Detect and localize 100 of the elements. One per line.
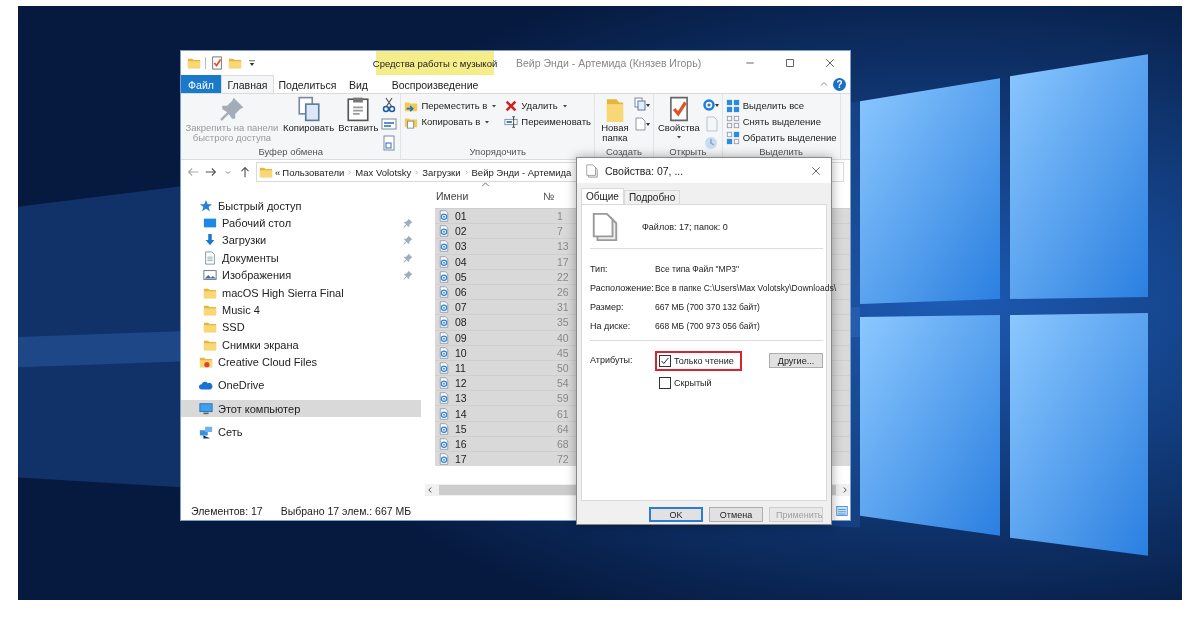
dialog-button[interactable]: OK [649,507,703,522]
property-label: На диске: [590,320,632,331]
nav-label: Creative Cloud Files [218,356,318,369]
ribbon-button[interactable]: Вставить [337,96,380,146]
file-name: 07 [455,301,468,314]
file-name: 10 [455,346,468,359]
track-number: 26 [557,286,569,299]
dialog-button[interactable]: Отмена [709,507,763,522]
ribbon-button[interactable]: Свойства [657,96,701,146]
breadcrumb[interactable]: Max Volotsky [355,166,412,178]
property-label: Расположение: [590,282,655,293]
ribbon-button[interactable]: Выделить все [725,98,837,113]
property-label: Тип: [590,263,609,274]
breadcrumb[interactable]: Вейр Энди - Артемида [471,166,572,178]
property-value: Все в папке C:\Users\Max Volotsky\Downloads\ [655,282,836,293]
nav-item[interactable]: macOS High Sierra Final [181,283,421,302]
group-label: Создать [604,146,644,159]
file-name: 09 [455,331,468,344]
nav-label: OneDrive [218,379,265,392]
track-number: 1 [557,210,563,223]
column-header[interactable]: Имени [435,190,542,202]
help-button[interactable]: ? [833,77,846,91]
track-number: 61 [557,407,569,420]
ribbon-button[interactable]: Копировать [282,96,336,146]
nav-item[interactable]: Сеть [181,423,421,441]
dialog-tab[interactable]: Подробно [623,190,681,204]
property-value: Все типа Файл "MP3" [655,263,740,274]
nav-item[interactable]: Рабочий стол [181,214,421,232]
file-name: 01 [455,210,468,223]
nav-label: Изображения [222,269,293,282]
property-value: 668 МБ (700 973 056 байт) [655,320,760,331]
track-number: 72 [557,453,569,466]
file-name: 03 [455,240,468,253]
nav-item[interactable]: Снимки экрана [181,336,421,354]
window-title: Вейр Энди - Артемида (Князев Игорь) [516,57,703,69]
attributes-label: Атрибуты: [590,354,634,365]
file-name: 17 [455,453,468,466]
dialog-tab[interactable]: Общие [581,188,624,204]
ribbon-button[interactable]: Удалить [504,98,591,113]
group-label: Упорядочить [468,146,527,159]
nav-label: Сеть [218,426,243,439]
ribbon-button[interactable]: Переименовать [504,114,591,129]
ribbon-button[interactable]: Новая папка [598,96,632,146]
ribbon-button[interactable]: Обратить выделение [725,130,837,145]
track-number: 68 [557,437,569,450]
track-number: 59 [557,392,569,405]
nav-item[interactable]: Изображения [181,266,421,284]
overflow-mark[interactable]: « [275,166,281,178]
nav-item[interactable]: Creative Cloud Files [181,353,421,371]
nav-label: macOS High Sierra Final [222,286,345,299]
ribbon-tab[interactable]: Главная [221,75,274,93]
file-name: 13 [455,392,468,405]
group-label: Буфер обмена [257,146,324,159]
ribbon-button[interactable]: Переместить в [404,98,499,113]
track-number: 45 [557,346,569,359]
track-number: 64 [557,422,569,435]
property-label: Размер: [590,301,625,312]
nav-label: Документы [222,251,280,264]
ribbon-tab[interactable]: Поделиться [274,75,341,93]
file-name: 08 [455,316,468,329]
file-name: 06 [455,286,468,299]
ribbon-button[interactable]: Снять выделение [725,114,837,129]
track-number: 7 [557,225,563,238]
track-number: 50 [557,361,569,374]
item-count: Элементов: 17 [191,504,263,517]
track-number: 40 [557,331,569,344]
breadcrumb[interactable]: Загрузки [422,166,461,178]
track-number: 54 [557,377,569,390]
ribbon-button[interactable]: Копировать в [404,114,499,129]
property-value: 667 МБ (700 370 132 байт) [655,301,760,312]
other-attributes-button[interactable]: Другие... [769,353,823,368]
file-name: 02 [455,225,468,238]
nav-item[interactable]: OneDrive [181,376,421,395]
nav-label: Этот компьютер [218,402,301,415]
nav-item[interactable]: Быстрый доступ [181,197,421,215]
file-name: 11 [455,361,467,374]
file-name: 04 [455,255,468,268]
nav-label: Быстрый доступ [218,199,302,212]
checkbox-label: Скрытый [674,378,712,388]
nav-item[interactable]: SSD [181,318,421,337]
dialog-title: Свойства: 07, ... [605,164,685,177]
nav-item[interactable]: Music 4 [181,301,421,319]
ribbon-tab[interactable]: Вид [341,75,376,93]
group-label: Открыть [668,146,708,159]
file-name: 14 [455,407,468,420]
nav-item[interactable]: Документы [181,249,421,267]
nav-item[interactable]: Этот компьютер [181,400,421,418]
ribbon-tab[interactable]: Файл [181,75,221,93]
nav-item[interactable]: Загрузки [181,231,421,250]
breadcrumb[interactable]: Пользователи [282,166,345,178]
nav-label: Music 4 [222,304,261,317]
track-number: 22 [557,270,569,283]
nav-label: Снимки экрана [222,338,300,351]
selection-info: Выбрано 17 элем.: 667 МБ [280,504,412,517]
track-number: 31 [557,301,569,314]
file-name: 05 [455,270,468,283]
nav-label: Загрузки [222,234,268,247]
nav-label: SSD [222,321,246,334]
track-number: 13 [557,240,569,253]
group-label: Выделить [758,146,805,159]
